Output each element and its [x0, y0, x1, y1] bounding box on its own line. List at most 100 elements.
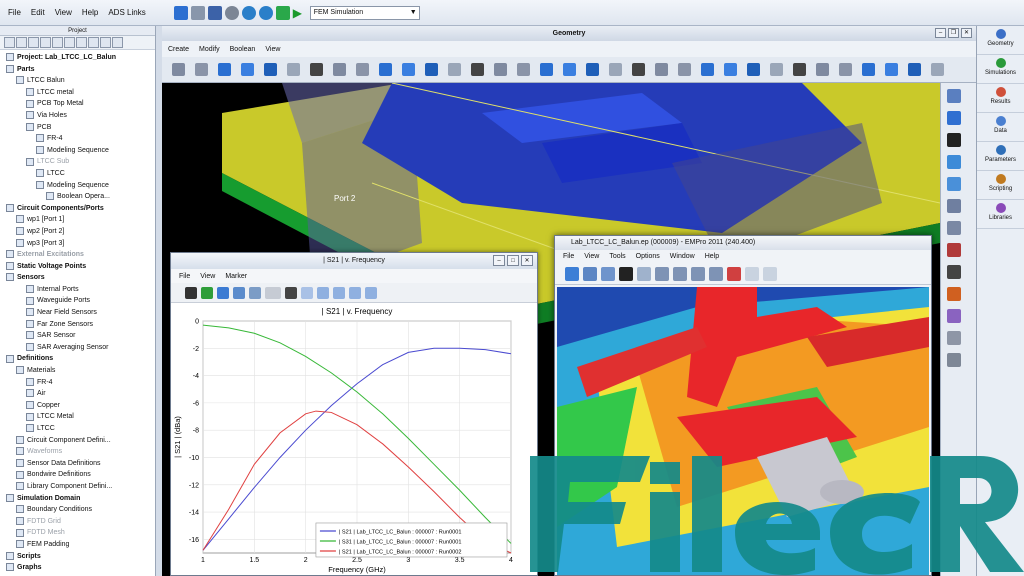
geometry-tool-icon[interactable] — [471, 63, 484, 76]
geometry-tool-icon[interactable] — [448, 63, 461, 76]
project-tool-icon[interactable] — [40, 37, 51, 48]
pan-icon[interactable] — [619, 266, 633, 281]
project-tool-icon[interactable] — [88, 37, 99, 48]
tree-item[interactable]: Sensors — [0, 272, 155, 284]
zoom-fit-icon[interactable] — [249, 286, 261, 299]
minimize-icon[interactable]: – — [493, 255, 505, 266]
project-tool-icon[interactable] — [112, 37, 123, 48]
project-tool-icon[interactable] — [52, 37, 63, 48]
zoom-icon[interactable] — [583, 266, 597, 281]
restore-icon[interactable]: ❐ — [948, 28, 959, 38]
geometry-tool-icon[interactable] — [770, 63, 783, 76]
view-tool-icon[interactable] — [947, 353, 961, 367]
view-tool-icon[interactable] — [947, 221, 961, 235]
tree-item[interactable]: Graphs — [0, 562, 155, 574]
tree-item[interactable]: LTCC Metal — [0, 411, 155, 423]
geometry-menu-modify[interactable]: Modify — [199, 46, 220, 53]
simulation-icon[interactable] — [275, 5, 290, 20]
tree-item[interactable]: Scripts — [0, 551, 155, 563]
undo-icon[interactable] — [241, 5, 256, 20]
tree-item[interactable]: PCB Top Metal — [0, 98, 155, 110]
view-tool-icon[interactable] — [947, 243, 961, 257]
empro-menu-tools[interactable]: Tools — [609, 253, 625, 260]
plot-menu-file[interactable]: File — [179, 273, 190, 280]
view-tool-icon[interactable] — [947, 265, 961, 279]
geometry-tool-icon[interactable] — [517, 63, 530, 76]
tree-item[interactable]: LTCC Balun — [0, 75, 155, 87]
tree-item[interactable]: Definitions — [0, 353, 155, 365]
run-icon[interactable]: ▶ — [293, 6, 307, 20]
geometry-tool-icon[interactable] — [333, 63, 346, 76]
empro-menu-help[interactable]: Help — [705, 253, 719, 260]
hmarker-icon[interactable] — [365, 286, 377, 299]
new-icon[interactable] — [173, 5, 188, 20]
tree-item[interactable]: Circuit Components/Ports — [0, 203, 155, 215]
view-tool-icon[interactable] — [947, 309, 961, 323]
geometry-tool-icon[interactable] — [724, 63, 737, 76]
geometry-tool-icon[interactable] — [494, 63, 507, 76]
view-tool-icon[interactable] — [947, 133, 961, 147]
close-icon[interactable]: ✕ — [961, 28, 972, 38]
view-tool-icon[interactable] — [947, 177, 961, 191]
geometry-tool-icon[interactable] — [402, 63, 415, 76]
pen-icon[interactable] — [285, 286, 297, 299]
tree-item[interactable]: SAR Sensor — [0, 330, 155, 342]
tree-item[interactable]: PCB — [0, 122, 155, 134]
tree-item[interactable]: Sensor Data Definitions — [0, 458, 155, 470]
tree-item[interactable]: LTCC Sub — [0, 156, 155, 168]
tree-item[interactable]: wp2 [Port 2] — [0, 226, 155, 238]
tree-item[interactable]: Modeling Sequence — [0, 145, 155, 157]
tree-item[interactable]: FR-4 — [0, 377, 155, 389]
tree-item[interactable]: FR-4 — [0, 133, 155, 145]
geometry-tool-icon[interactable] — [586, 63, 599, 76]
tree-item[interactable]: LTCC metal — [0, 87, 155, 99]
geometry-tool-icon[interactable] — [816, 63, 829, 76]
tree-item[interactable]: LTCC — [0, 168, 155, 180]
tree-item[interactable]: Materials — [0, 365, 155, 377]
geometry-tool-icon[interactable] — [632, 63, 645, 76]
view-icon[interactable] — [655, 266, 669, 281]
tree-item[interactable]: Project: Lab_LTCC_LC_Balun — [0, 52, 155, 64]
geometry-tool-icon[interactable] — [793, 63, 806, 76]
view-tool-icon[interactable] — [947, 331, 961, 345]
project-tool-icon[interactable] — [100, 37, 111, 48]
pan-icon[interactable] — [217, 286, 229, 299]
select-icon[interactable] — [301, 286, 313, 299]
tree-item[interactable]: Far Zone Sensors — [0, 319, 155, 331]
open-icon[interactable] — [190, 5, 205, 20]
minimize-icon[interactable]: – — [935, 28, 946, 38]
geometry-tool-icon[interactable] — [287, 63, 300, 76]
tree-item[interactable]: Air — [0, 388, 155, 400]
close-icon[interactable]: ✕ — [521, 255, 533, 266]
panel-data[interactable]: Data — [977, 113, 1024, 142]
crosshair-icon[interactable] — [333, 286, 345, 299]
zoom-fit-icon[interactable] — [601, 266, 615, 281]
geometry-menu-view[interactable]: View — [265, 46, 280, 53]
tree-item[interactable]: SAR Averaging Sensor — [0, 342, 155, 354]
tree-item[interactable]: Static Voltage Points — [0, 261, 155, 273]
menu-ads-links[interactable]: ADS Links — [108, 8, 145, 17]
tree-item[interactable]: Modeling Sequence — [0, 180, 155, 192]
empro-menu-file[interactable]: File — [563, 253, 574, 260]
view-tool-icon[interactable] — [947, 199, 961, 213]
view-tool-icon[interactable] — [947, 111, 961, 125]
geometry-tool-icon[interactable] — [425, 63, 438, 76]
geometry-tool-icon[interactable] — [655, 63, 668, 76]
geometry-tool-icon[interactable] — [931, 63, 944, 76]
tree-item[interactable]: Boolean Opera... — [0, 191, 155, 203]
panel-geometry[interactable]: Geometry — [977, 26, 1024, 55]
tree-item[interactable]: FDTD Mesh — [0, 527, 155, 539]
tree-item[interactable]: FEM Padding — [0, 539, 155, 551]
geometry-tool-icon[interactable] — [747, 63, 760, 76]
zoom-box-icon[interactable] — [637, 266, 651, 281]
menu-view[interactable]: View — [55, 8, 72, 17]
close-icon[interactable] — [224, 5, 239, 20]
geometry-tool-icon[interactable] — [862, 63, 875, 76]
geometry-tool-icon[interactable] — [195, 63, 208, 76]
project-tool-icon[interactable] — [4, 37, 15, 48]
plot-menu-marker[interactable]: Marker — [225, 273, 247, 280]
tree-item[interactable]: Internal Ports — [0, 284, 155, 296]
tree-item[interactable]: Parts — [0, 64, 155, 76]
geometry-tool-icon[interactable] — [218, 63, 231, 76]
menu-edit[interactable]: Edit — [31, 8, 45, 17]
